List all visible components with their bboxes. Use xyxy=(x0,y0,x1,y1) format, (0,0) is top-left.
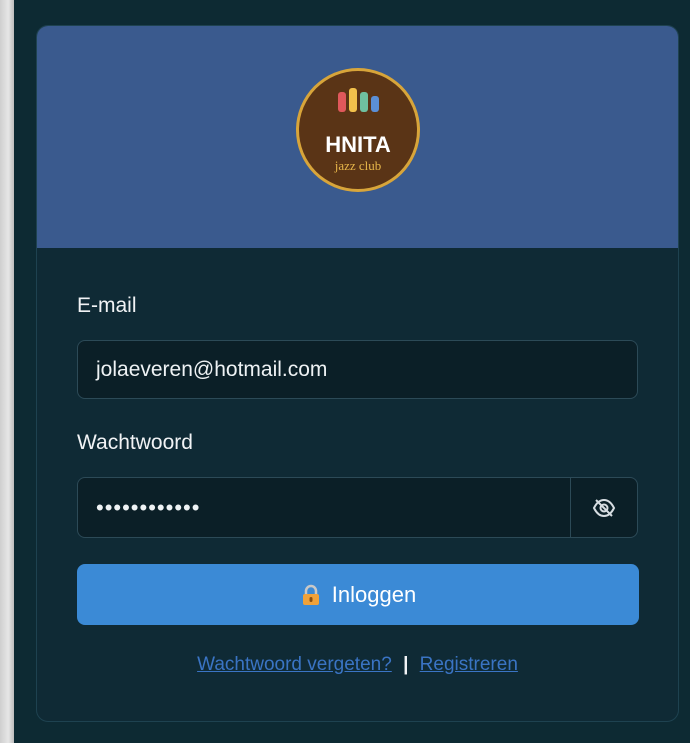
eye-slash-icon xyxy=(592,498,616,517)
link-separator: | xyxy=(403,654,409,675)
register-link[interactable]: Registreren xyxy=(420,654,518,675)
email-field[interactable]: jolaeveren@hotmail.com xyxy=(77,340,638,399)
forgot-password-link[interactable]: Wachtwoord vergeten? xyxy=(197,654,392,675)
login-card: HNITA jazz club E-mail jolaeveren@hotmai… xyxy=(36,25,679,722)
password-label: Wachtwoord xyxy=(77,431,193,454)
toggle-password-visibility-button[interactable] xyxy=(570,478,637,537)
password-group: •••••••••••• xyxy=(77,477,638,538)
password-field[interactable]: •••••••••••• xyxy=(78,478,570,537)
hnita-logo: HNITA jazz club xyxy=(296,68,420,192)
card-header: HNITA jazz club xyxy=(37,26,678,248)
login-button[interactable]: Inloggen xyxy=(77,564,639,625)
logo-subtext: jazz club xyxy=(334,158,382,173)
auth-links: Wachtwoord vergeten? | Registreren xyxy=(37,654,678,676)
lock-icon xyxy=(302,584,319,605)
login-button-label: Inloggen xyxy=(331,581,417,607)
logo-text: HNITA xyxy=(325,132,391,157)
email-label: E-mail xyxy=(77,294,137,317)
left-edge-strip xyxy=(0,0,14,743)
